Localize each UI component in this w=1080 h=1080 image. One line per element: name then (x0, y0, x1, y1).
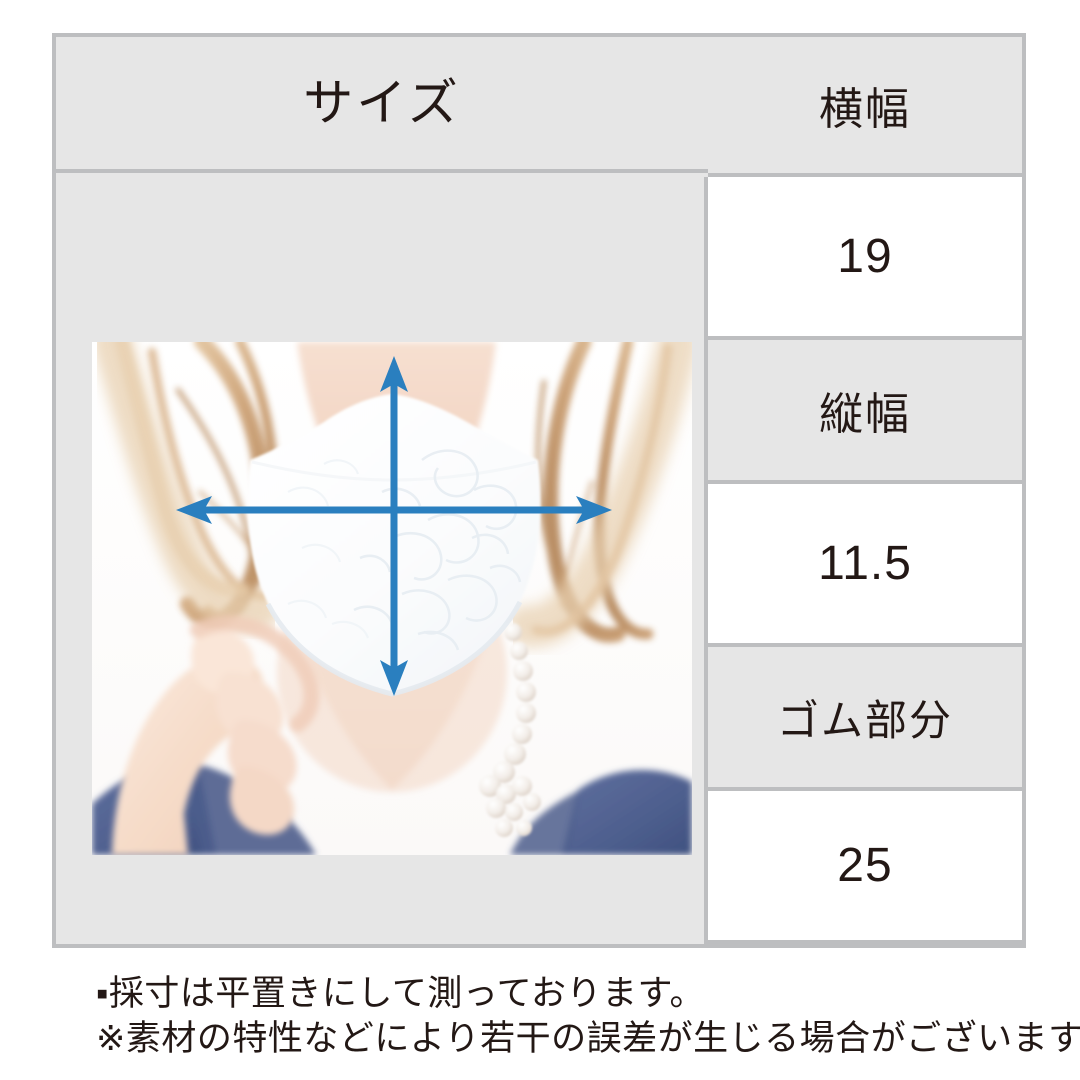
table-value-elastic: 25 (708, 787, 1022, 944)
size-table-grid: サイズ 横幅 19 縦幅 11.5 ゴム部分 25 (56, 37, 1022, 944)
note-measurement-method: ▪採寸は平置きにして測っております。 (96, 974, 706, 1013)
size-table-left-column: サイズ (56, 37, 708, 944)
table-header-height-label: 縦幅 (819, 390, 911, 439)
table-cell-product-image (56, 177, 708, 944)
table-header-width-label: 横幅 (819, 85, 911, 134)
table-header-elastic-label: ゴム部分 (776, 696, 953, 744)
table-value-height-text: 11.5 (818, 537, 912, 590)
table-value-height: 11.5 (708, 480, 1022, 647)
table-header-height: 縦幅 (708, 340, 1022, 480)
table-header-size: サイズ (56, 37, 708, 173)
table-header-width: 横幅 (708, 37, 1022, 173)
footer-notes: ▪採寸は平置きにして測っております。 ※素材の特性などにより若干の誤差が生じる場… (96, 972, 1080, 1062)
table-header-elastic: ゴム部分 (708, 647, 1022, 787)
product-photo (92, 342, 692, 855)
note-material-tolerance: ※素材の特性などにより若干の誤差が生じる場合がございます。 (96, 1018, 1080, 1058)
size-table-right-column: 横幅 19 縦幅 11.5 ゴム部分 25 (708, 37, 1022, 944)
table-value-width-text: 19 (837, 230, 893, 283)
table-header-size-label: サイズ (303, 75, 461, 131)
table-value-width: 19 (708, 173, 1022, 340)
table-value-elastic-text: 25 (837, 839, 893, 892)
product-photo-illustration (92, 342, 692, 855)
size-table: サイズ 横幅 19 縦幅 11.5 ゴム部分 25 (52, 33, 1026, 948)
